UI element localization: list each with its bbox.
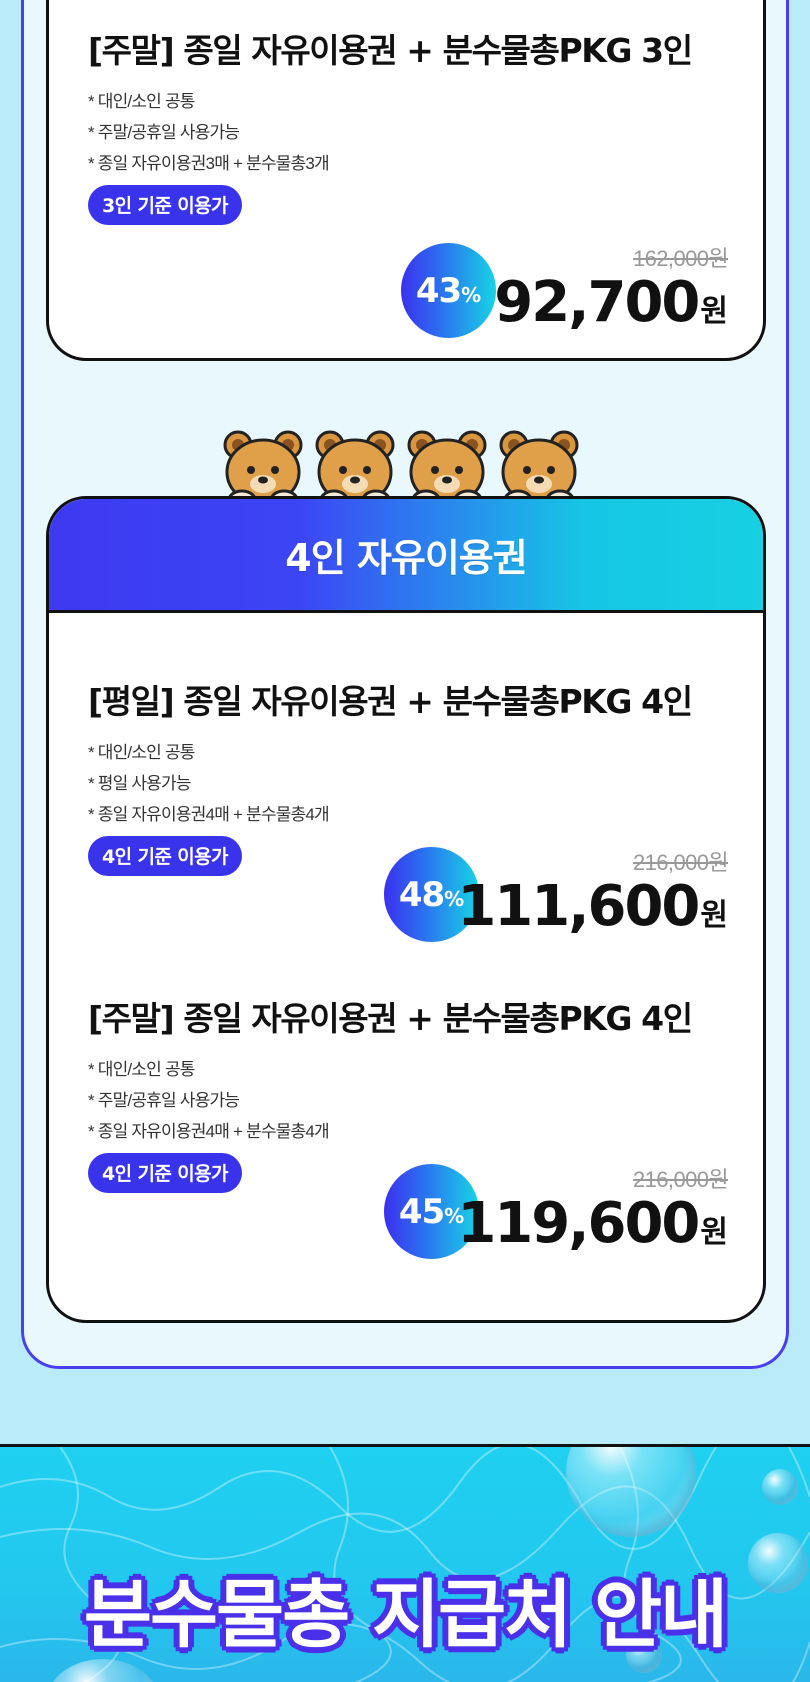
product-notes: * 대인/소인 공통 * 주말/공휴일 사용가능 * 종일 자유이용권3매 + … [88,86,728,179]
discount-value: 43 [415,270,462,311]
original-price: 216,000원 [633,1167,729,1192]
note-line: * 평일 사용가능 [88,774,192,793]
original-price: 162,000원 [633,246,729,271]
discount-unit: % [461,282,482,307]
currency-unit: 원 [700,898,728,933]
price-basis-badge: 3인 기준 이용가 [88,185,242,225]
section-title: 4인 자유이용권 [285,536,527,580]
note-line: * 대인/소인 공통 [88,1060,195,1079]
product-notes: * 대인/소인 공통 * 평일 사용가능 * 종일 자유이용권4매 + 분수물총… [88,737,728,830]
product-weekend-4p[interactable]: [주말] 종일 자유이용권 + 분수물총PKG 4인 * 대인/소인 공통 * … [88,992,729,1259]
discount-value: 45 [398,1191,445,1232]
price-basis-badge: 4인 기준 이용가 [88,1153,242,1193]
sale-price: 119,600원 [457,1191,728,1256]
currency-unit: 원 [700,294,728,329]
product-weekend-3p[interactable]: [주말] 종일 자유이용권 + 분수물총PKG 3인 * 대인/소인 공통 * … [88,24,729,338]
sale-price: 92,700원 [494,270,728,335]
note-line: * 종일 자유이용권4매 + 분수물총4개 [88,1122,330,1141]
note-line: * 주말/공휴일 사용가능 [88,1091,240,1110]
note-line: * 종일 자유이용권3매 + 분수물총3개 [88,154,330,173]
original-price: 216,000원 [633,850,729,875]
discount-value: 48 [398,874,445,915]
discount-badge: 43% [401,243,496,338]
currency-unit: 원 [700,1215,728,1250]
note-line: * 종일 자유이용권4매 + 분수물총4개 [88,805,330,824]
card-header: 4인 자유이용권 [49,499,763,613]
product-title: [주말] 종일 자유이용권 + 분수물총PKG 3인 [88,31,693,70]
product-title: [주말] 종일 자유이용권 + 분수물총PKG 4인 [88,999,693,1038]
product-title: [평일] 종일 자유이용권 + 분수물총PKG 4인 [88,682,693,721]
note-line: * 주말/공휴일 사용가능 [88,123,240,142]
product-weekday-4p[interactable]: [평일] 종일 자유이용권 + 분수물총PKG 4인 * 대인/소인 공통 * … [88,675,729,942]
product-notes: * 대인/소인 공통 * 주말/공휴일 사용가능 * 종일 자유이용권4매 + … [88,1054,728,1147]
promo-title: 분수물총 지급처 안내 [83,1572,728,1658]
note-line: * 대인/소인 공통 [88,92,195,111]
sale-price: 111,600원 [457,874,728,939]
sale-price-value: 92,700 [494,270,700,335]
note-line: * 대인/소인 공통 [88,743,195,762]
sale-price-value: 119,600 [457,1191,700,1256]
promo-banner: 분수물총 지급처 안내 [0,1444,810,1682]
price-basis-badge: 4인 기준 이용가 [88,836,242,876]
water-bubble-icon [762,1469,798,1505]
sale-price-value: 111,600 [457,874,700,939]
package-card-4p: 4인 자유이용권 [평일] 종일 자유이용권 + 분수물총PKG 4인 * 대인… [46,496,766,1323]
package-card-3p: [주말] 종일 자유이용권 + 분수물총PKG 3인 * 대인/소인 공통 * … [46,0,766,361]
